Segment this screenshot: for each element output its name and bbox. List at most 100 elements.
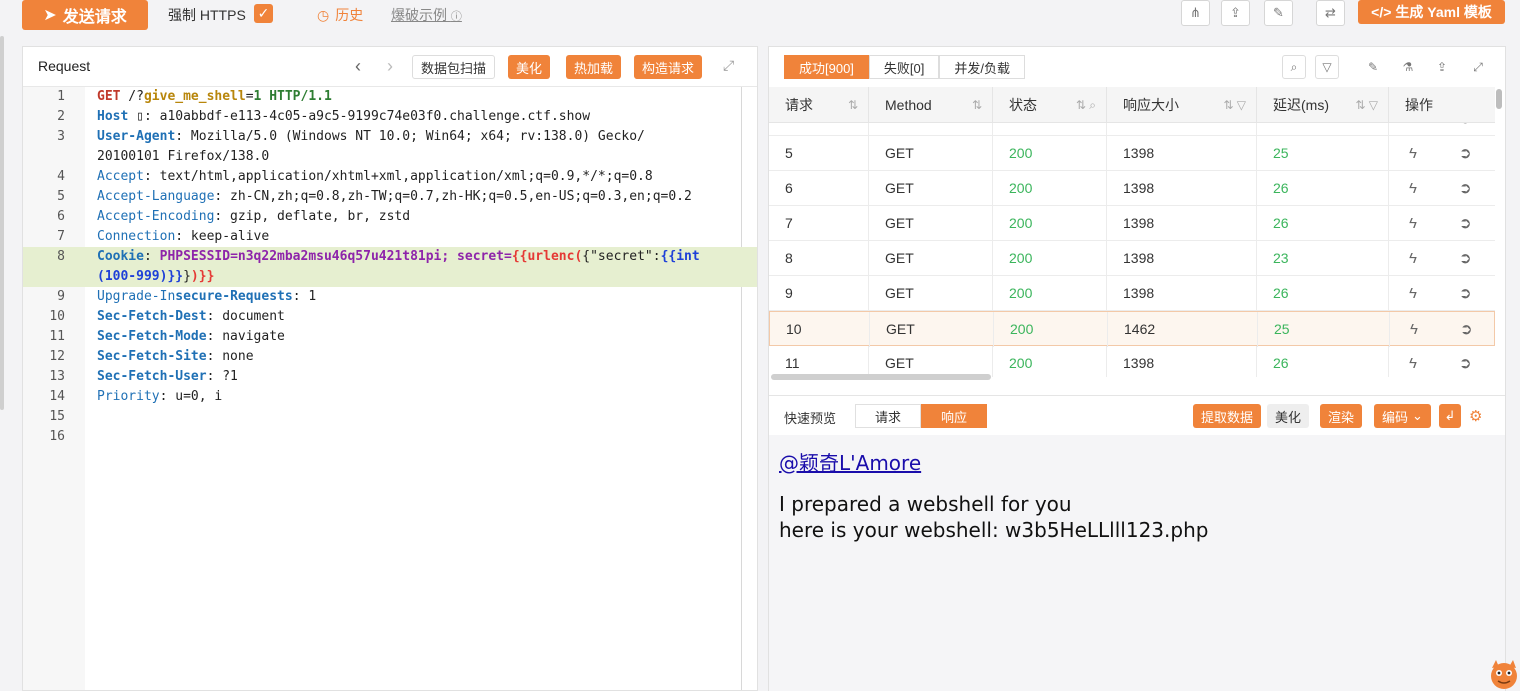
col-size[interactable]: 响应大小 ⇅ ▽: [1107, 87, 1257, 123]
sort-filter-icon[interactable]: ⇅ ▽: [1223, 87, 1246, 123]
bolt-icon[interactable]: ϟ: [1409, 206, 1417, 241]
col-status[interactable]: 状态 ⇅ ⌕: [993, 87, 1107, 123]
hot-load-button[interactable]: 热加载: [566, 55, 622, 79]
brute-examples-label: 爆破示例: [391, 7, 447, 23]
expand-results-button[interactable]: ⤢: [1466, 55, 1490, 79]
code-line[interactable]: (100-999)}}})}}: [23, 267, 757, 287]
share-button[interactable]: ⋔: [1181, 0, 1210, 26]
arrow-circle-icon[interactable]: ➲: [1459, 136, 1472, 171]
tab-concurrency[interactable]: 并发/负载: [939, 55, 1026, 79]
table-row[interactable]: 10 GET 200 1462 25 ϟ ➲: [769, 311, 1495, 347]
send-icon: ➤: [43, 7, 57, 24]
tab-success[interactable]: 成功[900]: [784, 55, 869, 79]
arrow-circle-icon[interactable]: ➲: [1460, 312, 1473, 347]
force-https-checkbox[interactable]: ✓: [254, 4, 273, 23]
code-line[interactable]: 1 GET /?give_me_shell=1 HTTP/1.1: [23, 87, 757, 107]
encoding-dropdown[interactable]: 编码 ⌄: [1374, 404, 1431, 428]
window-edge-scrollbar[interactable]: [0, 36, 4, 410]
extract-data-button[interactable]: 提取数据: [1193, 404, 1262, 428]
table-horizontal-scrollbar[interactable]: [771, 374, 991, 380]
table-row[interactable]: 6 GET 200 1398 26 ϟ ➲: [769, 171, 1495, 206]
bolt-icon[interactable]: ϟ: [1409, 241, 1417, 276]
code-line[interactable]: 4 Accept: text/html,application/xhtml+xml…: [23, 167, 757, 187]
col-latency[interactable]: 延迟(ms) ⇅ ▽: [1257, 87, 1389, 123]
arrow-circle-icon[interactable]: ➲: [1459, 241, 1472, 276]
bolt-icon[interactable]: ϟ: [1409, 276, 1417, 311]
author-link[interactable]: @颖奇L'Amore: [779, 447, 921, 476]
code-line[interactable]: 13 Sec-Fetch-User: ?1: [23, 367, 757, 387]
code-line[interactable]: 6 Accept-Encoding: gzip, deflate, br, zst…: [23, 207, 757, 227]
preview-tab-request[interactable]: 请求: [855, 404, 921, 428]
send-request-button[interactable]: ➤ 发送请求: [22, 0, 148, 30]
table-row[interactable]: 8 GET 200 1398 23 ϟ ➲: [769, 241, 1495, 276]
edit-button[interactable]: ✎: [1264, 0, 1293, 26]
code-line[interactable]: 14 Priority: u=0, i: [23, 387, 757, 407]
export-results-button[interactable]: ⇪: [1430, 55, 1454, 79]
chevron-right-icon[interactable]: ›: [387, 56, 393, 77]
sort-search-icon[interactable]: ⇅ ⌕: [1076, 87, 1096, 123]
sort-icon[interactable]: ⇅: [972, 87, 982, 123]
swap-button[interactable]: ⇄: [1316, 0, 1345, 26]
code-line[interactable]: 3 User-Agent: Mozilla/5.0 (Windows NT 10.…: [23, 127, 757, 147]
line-number: 14: [49, 389, 65, 404]
col-request[interactable]: 请求 ⇅: [769, 87, 869, 123]
export-button[interactable]: ⇪: [1221, 0, 1250, 26]
table-row[interactable]: 9 GET 200 1398 26 ϟ ➲: [769, 276, 1495, 311]
table-row[interactable]: 7 GET 200 1398 26 ϟ ➲: [769, 206, 1495, 241]
code-line[interactable]: 5 Accept-Language: zh-CN,zh;q=0.8,zh-TW;q…: [23, 187, 757, 207]
table-row[interactable]: 5 GET 200 1398 25 ϟ ➲: [769, 136, 1495, 171]
code-line[interactable]: 9 Upgrade-Insecure-Requests: 1: [23, 287, 757, 307]
request-editor[interactable]: 1 GET /?give_me_shell=1 HTTP/1.1 2 Host ▯: …: [23, 87, 757, 690]
arrow-circle-icon[interactable]: ➲: [1459, 206, 1472, 241]
arrow-circle-icon[interactable]: ➲: [1459, 276, 1472, 311]
code-line[interactable]: 7 Connection: keep-alive: [23, 227, 757, 247]
bolt-icon[interactable]: ϟ: [1409, 171, 1417, 206]
code-line[interactable]: 10 Sec-Fetch-Dest: document: [23, 307, 757, 327]
arrow-circle-icon[interactable]: ➲: [1459, 171, 1472, 206]
bolt-icon[interactable]: ϟ: [1409, 136, 1417, 171]
code-line[interactable]: 11 Sec-Fetch-Mode: navigate: [23, 327, 757, 347]
render-button[interactable]: 渲染: [1320, 404, 1363, 428]
code-line[interactable]: 2 Host ▯: a10abbdf-e113-4c05-a9c5-9199c74…: [23, 107, 757, 127]
sort-icon[interactable]: ⇅: [848, 87, 858, 123]
generate-yaml-button[interactable]: </> 生成 Yaml 模板: [1358, 0, 1505, 24]
table-vertical-scrollbar[interactable]: [1496, 89, 1502, 109]
tab-failed[interactable]: 失败[0]: [868, 55, 940, 79]
code-line[interactable]: 12 Sec-Fetch-Site: none: [23, 347, 757, 367]
export-icon: ⇪: [1230, 5, 1241, 20]
cell-latency: 23: [1257, 241, 1389, 276]
beautify-request-button[interactable]: 美化: [508, 55, 551, 79]
bolt-icon[interactable]: ϟ: [1410, 312, 1418, 347]
code-token: {{urlenc(: [511, 249, 583, 264]
quick-preview-bar: 快速预览 请求 响应 提取数据 美化 渲染 编码 ⌄ ↲ ⚙: [769, 395, 1505, 435]
filter-button[interactable]: ▽: [1315, 55, 1339, 79]
code-token: :: [143, 249, 160, 264]
col-method[interactable]: Method ⇅: [869, 87, 993, 123]
brute-examples-link[interactable]: 爆破示例 ⓘ: [391, 5, 462, 25]
bolt-icon[interactable]: ϟ: [1409, 346, 1417, 377]
preview-tab-response[interactable]: 响应: [921, 404, 987, 428]
sort-filter-icon[interactable]: ⇅ ▽: [1355, 87, 1378, 123]
chevron-left-icon[interactable]: ‹: [355, 56, 361, 77]
build-request-button[interactable]: 构造请求: [634, 55, 703, 79]
settings-icon[interactable]: ⚙: [1469, 407, 1482, 425]
code-line[interactable]: 20100101 Firefox/138.0: [23, 147, 757, 167]
beautify-response-button[interactable]: 美化: [1267, 404, 1310, 428]
cell-actions: ϟ➲: [1389, 136, 1495, 171]
search-button[interactable]: ⌕: [1282, 55, 1306, 79]
packet-scan-button[interactable]: 数据包扫描: [412, 55, 496, 79]
results-table: 11 GET 200 1398 26 ϟ ➲ 10 GET 200 1462 25 ϟ ➲ 9 GET 200 1…: [769, 87, 1495, 377]
code-line[interactable]: 15: [23, 407, 757, 427]
history-button[interactable]: ◷ 历史: [317, 5, 363, 25]
flask-button[interactable]: ⚗: [1396, 55, 1420, 79]
col-request-label: 请求: [785, 97, 813, 113]
code-line[interactable]: 8 Cookie: PHPSESSID=n3q22mba2msu46q57u421…: [23, 247, 757, 267]
results-panel: 成功[900] 失败[0] 并发/负载 ⌕ ▽ ✎ ⚗ ⇪ ⤢ 11 GET 200…: [768, 46, 1506, 691]
code-line[interactable]: 16: [23, 427, 757, 447]
pin-button[interactable]: ✎: [1361, 55, 1385, 79]
mascot-icon[interactable]: [1484, 656, 1518, 691]
wrap-button[interactable]: ↲: [1439, 404, 1461, 428]
table-row[interactable]: 11 GET 200 1398 26 ϟ ➲: [769, 346, 1495, 377]
expand-icon[interactable]: ⤢: [723, 57, 734, 74]
arrow-circle-icon[interactable]: ➲: [1459, 346, 1472, 377]
